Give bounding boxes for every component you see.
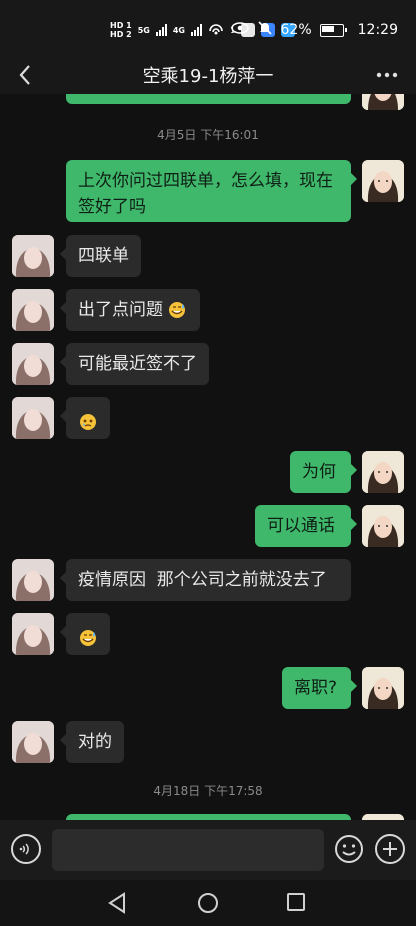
message-bubble-incoming[interactable]: 可能最近签不了 xyxy=(60,343,209,385)
more-button[interactable] xyxy=(372,60,402,90)
battery-icon xyxy=(319,23,347,37)
square-recent-icon[interactable] xyxy=(287,893,305,911)
mute-bell-icon xyxy=(257,20,273,40)
avatar-contact[interactable] xyxy=(12,343,54,385)
net2-label: 4G xyxy=(172,25,185,35)
more-dots-icon xyxy=(376,72,398,78)
hotspot-icon xyxy=(208,23,224,37)
avatar-self[interactable] xyxy=(362,160,404,202)
eye-icon xyxy=(230,22,249,38)
emoji-button[interactable] xyxy=(334,834,364,864)
message-bubble-incoming[interactable] xyxy=(60,613,110,655)
avatar-self[interactable] xyxy=(362,667,404,709)
chat-title: 空乘19-1杨萍一 xyxy=(142,66,274,87)
avatar-contact[interactable] xyxy=(12,397,54,439)
teary-face-emoji-icon xyxy=(80,414,96,430)
message-bubble-incoming[interactable]: 四联单 xyxy=(60,235,141,277)
system-nav-bar xyxy=(0,880,416,926)
status-right-icons: 62% 12:29 xyxy=(230,20,398,40)
hd2-label: HD 2 xyxy=(110,30,132,39)
message-bubble-incoming[interactable] xyxy=(60,397,110,439)
hd-indicator: HD 1 HD 2 xyxy=(110,21,132,39)
signal-icon xyxy=(155,24,167,36)
chat-header: 空乘19-1杨萍一 xyxy=(0,56,416,94)
hd1-label: HD 1 xyxy=(110,21,132,30)
message-bubble-incoming[interactable]: 疫情原因 那个公司之前就没去了 xyxy=(60,559,351,601)
message-text: 出了点问题 xyxy=(78,300,163,320)
avatar-contact[interactable] xyxy=(12,235,54,277)
triangle-back-icon xyxy=(108,892,125,914)
avatar-self[interactable] xyxy=(362,94,404,110)
avatar-contact[interactable] xyxy=(12,289,54,331)
message-input[interactable] xyxy=(52,829,324,871)
message-bubble-incoming[interactable]: 对的 xyxy=(60,721,124,763)
grin-sweat-emoji-icon xyxy=(80,630,96,646)
status-bar: HD 1 HD 2 5G 4G 1 62% 12:29 xyxy=(0,0,416,56)
message-bubble-partial[interactable] xyxy=(66,94,351,104)
avatar-contact[interactable] xyxy=(12,613,54,655)
message-bubble-incoming[interactable]: 出了点问题 xyxy=(60,289,200,331)
message-bubble-outgoing[interactable]: 可以通话 xyxy=(255,505,357,547)
emoji-icon xyxy=(335,835,363,863)
plus-button[interactable] xyxy=(375,834,405,864)
chat-messages[interactable]: 4月5日 下午16:01 上次你问过四联单，怎么填，现在签好了吗 四联单 出了点… xyxy=(0,94,416,820)
message-bubble-outgoing[interactable]: 为何 xyxy=(290,451,357,493)
avatar-contact[interactable] xyxy=(12,559,54,601)
battery-percent: 62% xyxy=(280,22,312,38)
avatar-contact[interactable] xyxy=(12,721,54,763)
signal-2-icon xyxy=(190,24,202,36)
circle-home-icon[interactable] xyxy=(198,893,218,913)
voice-button[interactable] xyxy=(11,834,41,864)
message-bubble-outgoing[interactable]: 离职? xyxy=(282,667,357,709)
system-back-button[interactable] xyxy=(107,892,127,918)
net1-label: 5G xyxy=(137,25,150,35)
avatar-self[interactable] xyxy=(362,505,404,547)
input-bar xyxy=(0,820,416,880)
voice-icon xyxy=(19,843,29,855)
clock: 12:29 xyxy=(357,22,398,38)
avatar-self[interactable] xyxy=(362,451,404,493)
message-bubble-outgoing[interactable]: 上次你问过四联单，怎么填，现在签好了吗 xyxy=(66,160,357,222)
date-label-2: 4月18日 下午17:58 xyxy=(153,784,263,798)
grin-sweat-emoji-icon xyxy=(169,302,186,318)
date-label-1: 4月5日 下午16:01 xyxy=(157,128,259,142)
plus-icon xyxy=(383,842,397,856)
